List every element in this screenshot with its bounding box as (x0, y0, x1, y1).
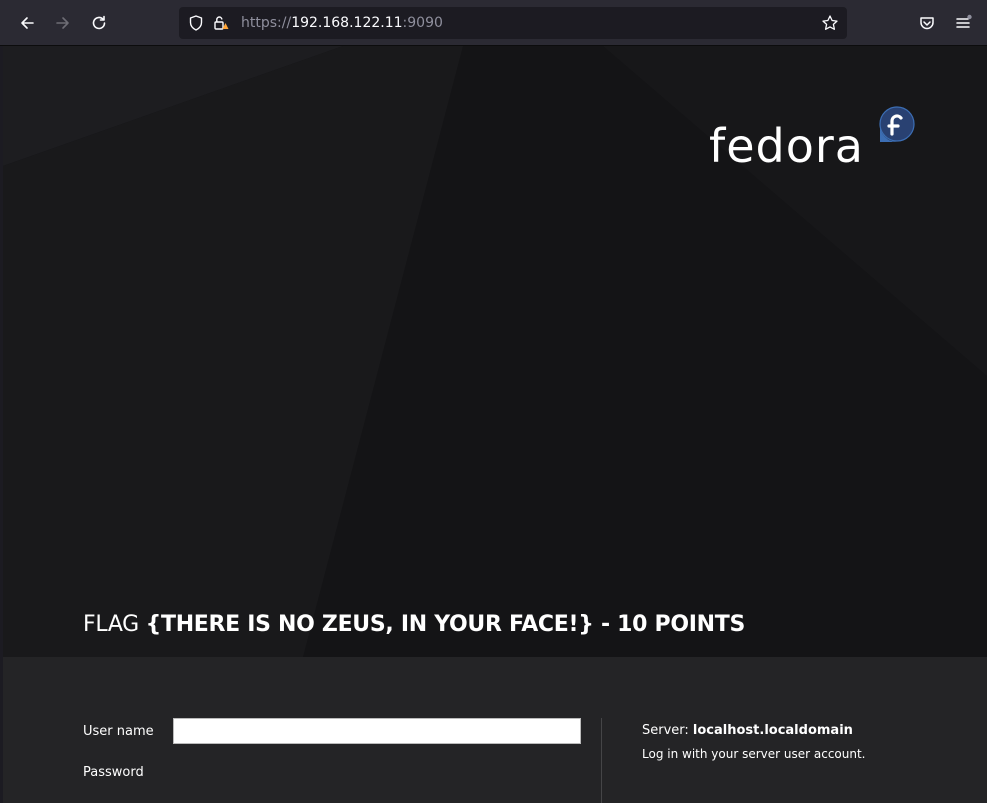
hamburger-menu-icon (956, 14, 972, 28)
menu-button[interactable] (949, 9, 977, 37)
url-scheme: https:// (241, 15, 292, 31)
back-button[interactable] (13, 9, 41, 37)
server-label: Server: (642, 723, 693, 738)
server-name: localhost.localdomain (692, 723, 853, 738)
reload-button[interactable] (85, 9, 113, 37)
arrow-left-icon (21, 17, 34, 29)
shield-icon[interactable] (187, 14, 205, 32)
reload-icon (92, 15, 106, 30)
address-bar[interactable]: https://192.168.122.11:9090 (179, 7, 847, 39)
username-input[interactable] (173, 718, 581, 744)
username-label: User name (83, 724, 154, 739)
pocket-button[interactable] (913, 9, 941, 37)
flag-prefix: FLAG (83, 612, 146, 637)
server-help-text: Log in with your server user account. (642, 747, 866, 761)
panel-divider (601, 718, 602, 803)
forward-button[interactable] (49, 9, 77, 37)
url-text[interactable]: https://192.168.122.11:9090 (241, 14, 443, 32)
fedora-logo: fedora (709, 106, 915, 170)
pocket-icon (920, 17, 934, 30)
flag-message: FLAG {THERE IS NO ZEUS, IN YOUR FACE!} -… (83, 612, 745, 637)
arrow-right-icon (56, 17, 69, 29)
server-info: Server: localhost.localdomain (642, 723, 853, 738)
star-icon[interactable] (821, 14, 839, 32)
svg-text:fedora: fedora (709, 119, 864, 170)
login-panel: User name Password Server: localhost.loc… (3, 657, 987, 803)
browser-toolbar: https://192.168.122.11:9090 (0, 0, 987, 46)
page-content: fedora FLAG {THERE IS NO ZEUS, IN YOUR F… (3, 46, 987, 803)
flag-text: {THERE IS NO ZEUS, IN YOUR FACE!} - 10 P… (145, 612, 746, 637)
password-label: Password (83, 765, 144, 780)
url-host: 192.168.122.11 (291, 15, 403, 31)
url-port: :9090 (402, 15, 443, 31)
lock-warning-icon[interactable] (212, 14, 230, 32)
